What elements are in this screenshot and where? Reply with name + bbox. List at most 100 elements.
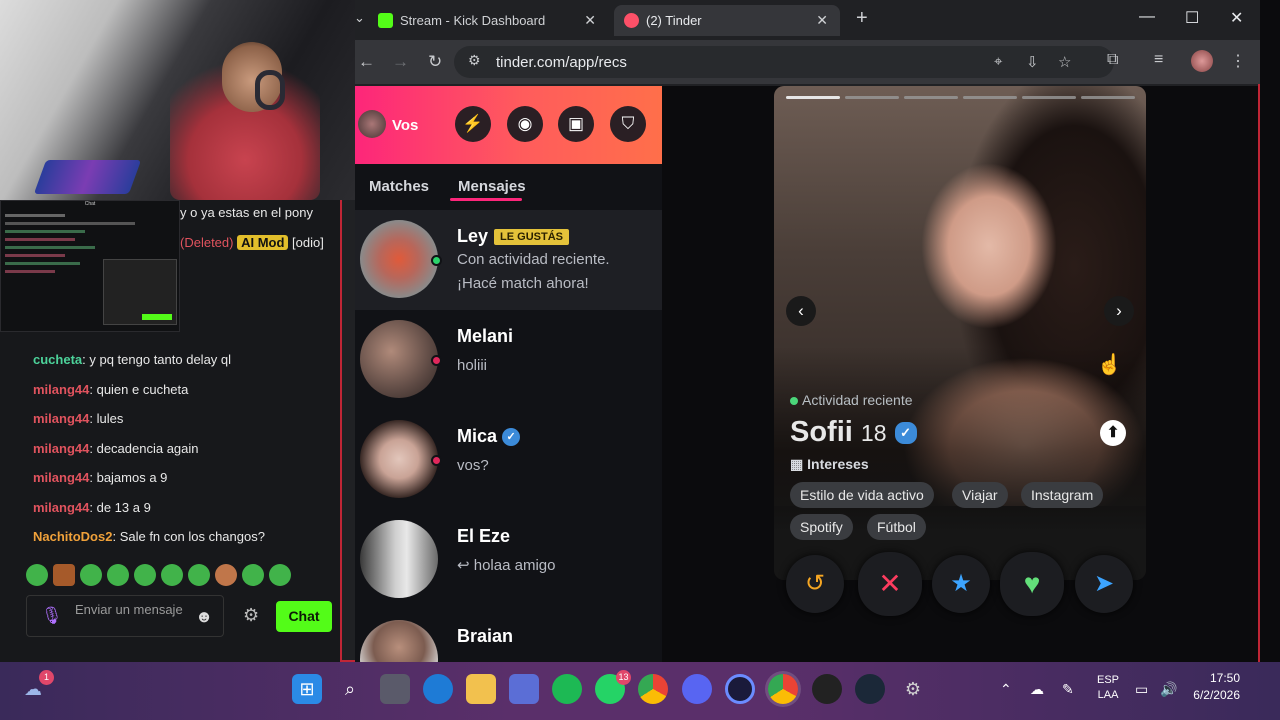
avatar (360, 620, 438, 662)
input-language[interactable]: ESP LAA (1097, 673, 1119, 703)
emote-icon[interactable] (242, 564, 264, 586)
chat-message-input[interactable]: 🎙 Enviar un mensaje ☻ (26, 595, 224, 637)
microsoft-store-icon[interactable] (509, 674, 539, 704)
window-close-icon[interactable]: ✕ (1230, 8, 1243, 28)
tab-kick-dashboard[interactable]: Stream - Kick Dashboard ✕ (368, 5, 608, 36)
chat-message: NachitoDos2: Sale fn con los changos? (33, 529, 265, 544)
rewind-button[interactable]: ↺ (786, 555, 844, 613)
start-windows-icon[interactable]: ⊞ (292, 674, 322, 704)
obs-icon[interactable] (812, 674, 842, 704)
photo-progress-segment (1022, 96, 1076, 99)
emote-icon[interactable] (80, 564, 102, 586)
profile-card[interactable]: ‹ › Actividad reciente Sofii 18 ✓ ⬆ ▦ In… (774, 86, 1146, 580)
emote-icon[interactable] (107, 564, 129, 586)
chrome-icon[interactable] (638, 674, 668, 704)
onedrive-cloud-icon[interactable]: ☁ (1030, 681, 1044, 698)
tab-search-icon[interactable]: ⌄ (354, 10, 365, 26)
emote-icon[interactable] (134, 564, 156, 586)
like-button[interactable]: ♥ (1000, 552, 1064, 616)
display-icon[interactable]: ▭ (1135, 681, 1148, 698)
chat-message: (Deleted) AI Mod [odio] (180, 235, 324, 250)
gear-icon[interactable]: ⚙ (243, 605, 259, 626)
url-text: tinder.com/app/recs (496, 54, 627, 71)
extensions-icon[interactable]: ⧉ (1107, 51, 1118, 69)
task-view-icon[interactable] (380, 674, 410, 704)
previous-photo-icon[interactable]: ‹ (786, 296, 816, 326)
explore-compass-icon[interactable]: ◉ (507, 106, 543, 142)
steam-icon[interactable] (855, 674, 885, 704)
boost-button[interactable]: ➤ (1075, 555, 1133, 613)
close-icon[interactable]: ✕ (816, 5, 828, 36)
tab-tinder[interactable]: (2) Tinder ✕ (614, 5, 840, 36)
weather-widget-icon[interactable]: ☁ 1 (18, 670, 54, 704)
pen-icon[interactable]: ✎ (1062, 681, 1074, 698)
browser-menu-icon[interactable]: ⋮ (1230, 51, 1246, 71)
mini-chat-preview: Chat (0, 200, 180, 332)
app-icon[interactable] (725, 674, 755, 704)
system-clock[interactable]: 17:50 6/2/2026 (1188, 670, 1240, 704)
emote-icon[interactable] (161, 564, 183, 586)
spotify-icon[interactable] (552, 674, 582, 704)
minimize-icon[interactable]: — (1139, 8, 1155, 26)
whatsapp-icon[interactable]: 13 (595, 670, 631, 704)
photo-progress-segment (845, 96, 899, 99)
emote-icon[interactable] (269, 564, 291, 586)
open-profile-icon[interactable]: ⬆ (1100, 420, 1126, 446)
emote-icon[interactable] (53, 564, 75, 586)
conversation-item-melani[interactable]: Melani holiii (355, 310, 662, 410)
emote-icon[interactable] (215, 564, 237, 586)
emote-icon[interactable] (188, 564, 210, 586)
microphone-icon[interactable]: 🎙 (41, 606, 63, 628)
photo-progress-segment (963, 96, 1017, 99)
briefcase-icon[interactable]: ▣ (558, 106, 594, 142)
avatar (360, 520, 438, 598)
profile-avatar[interactable] (1191, 50, 1213, 72)
chat-message: milang44: lules (33, 411, 124, 426)
bookmark-star-icon[interactable]: ☆ (1058, 53, 1071, 71)
super-like-button[interactable]: ★ (932, 555, 990, 613)
chat-input-placeholder: Enviar un mensaje (75, 602, 183, 617)
new-tab-button[interactable]: + (856, 7, 868, 30)
address-bar[interactable]: ⚙ tinder.com/app/recs ⌖ ⇩ ☆ (454, 46, 1114, 78)
emoji-icon[interactable]: ☻ (195, 607, 213, 627)
reload-icon[interactable]: ↻ (428, 52, 442, 72)
conversation-item-braian[interactable]: Braian (355, 610, 662, 662)
conversation-item-ley[interactable]: Ley LE GUSTÁS Con actividad reciente. ¡Hac… (355, 210, 662, 310)
emote-icon[interactable] (26, 564, 48, 586)
back-icon[interactable]: ← (358, 52, 375, 72)
discord-icon[interactable] (682, 674, 712, 704)
headphones-image (255, 70, 285, 110)
conversation-item-mica[interactable]: Mica ✓ vos? (355, 410, 662, 510)
conversation-item-el-eze[interactable]: El Eze ↩ holaa amigo (355, 510, 662, 610)
install-app-icon[interactable]: ⇩ (1026, 53, 1039, 71)
my-avatar[interactable] (358, 110, 386, 138)
tinder-sidebar: Vos ⚡ ◉ ▣ ⛉ Matches Mensajes Ley LE GUSTÁ… (355, 86, 662, 662)
edge-browser-icon[interactable] (423, 674, 453, 704)
location-icon[interactable]: ⌖ (994, 53, 1002, 70)
forward-icon[interactable]: → (392, 52, 409, 72)
nope-button[interactable]: ✕ (858, 552, 922, 616)
conversation-name: Ley LE GUSTÁS (457, 226, 569, 247)
tray-overflow-icon[interactable]: ⌃ (1000, 681, 1012, 698)
tab-mensajes[interactable]: Mensajes (458, 178, 526, 195)
online-status-dot (431, 255, 442, 266)
volume-icon[interactable]: 🔊 (1160, 681, 1177, 698)
site-info-icon[interactable]: ⚙ (468, 52, 481, 69)
interests-label: ▦ Intereses (790, 456, 869, 472)
interests-grid-icon: ▦ (790, 456, 808, 472)
chat-send-button[interactable]: Chat (276, 601, 332, 632)
close-icon[interactable]: ✕ (584, 5, 596, 36)
search-icon[interactable]: ⌕ (335, 674, 365, 704)
my-profile-label[interactable]: Vos (392, 117, 418, 134)
tab-matches[interactable]: Matches (369, 178, 429, 195)
profile-age: 18 (860, 420, 887, 446)
media-control-icon[interactable]: ≡ (1154, 51, 1163, 69)
file-explorer-icon[interactable] (466, 674, 496, 704)
safety-shield-icon[interactable]: ⛉ (610, 106, 646, 142)
conversation-preview: vos? (457, 457, 489, 474)
next-photo-icon[interactable]: › (1104, 296, 1134, 326)
boost-lightning-icon[interactable]: ⚡ (455, 106, 491, 142)
settings-gear-icon[interactable]: ⚙ (898, 674, 928, 704)
chrome-profile-icon[interactable] (768, 674, 798, 704)
maximize-icon[interactable]: ☐ (1185, 8, 1199, 28)
